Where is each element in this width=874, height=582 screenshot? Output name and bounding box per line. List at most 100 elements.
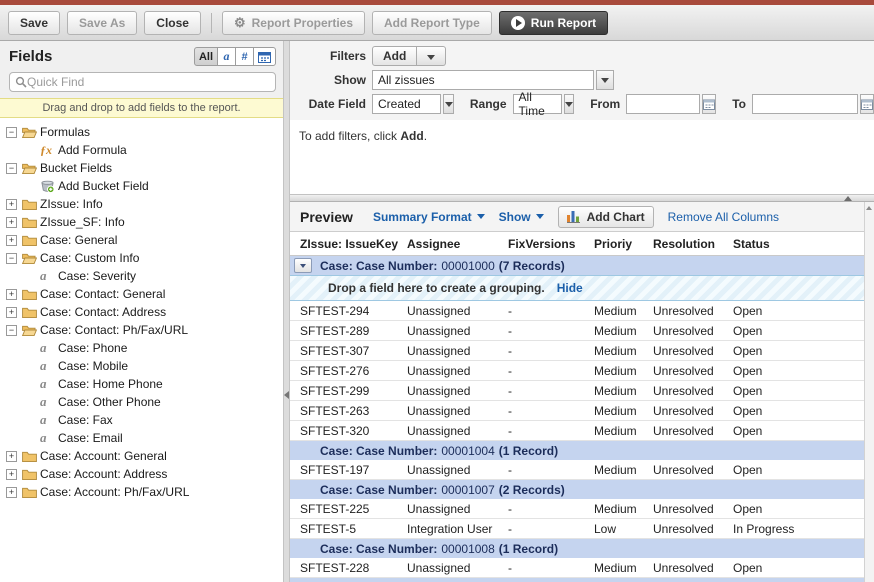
remove-all-columns-link[interactable]: Remove All Columns <box>668 210 779 224</box>
add-filter-button[interactable]: Add <box>372 46 417 66</box>
tree-item-label: Bucket Fields <box>40 161 112 175</box>
tree-item-bucket-fields[interactable]: − Bucket Fields <box>0 159 283 177</box>
tree-item-case-contact-general[interactable]: + Case: Contact: General <box>0 285 283 303</box>
folder-icon <box>22 306 37 318</box>
tree-item-case-account-ph-fax-url[interactable]: +Case: Account: Ph/Fax/URL <box>0 483 283 501</box>
column-header-assignee[interactable]: Assignee <box>407 237 508 251</box>
vertical-splitter[interactable] <box>283 41 290 582</box>
collapse-up-icon[interactable] <box>844 196 852 201</box>
column-header-resolution[interactable]: Resolution <box>653 237 733 251</box>
run-report-label: Run Report <box>531 16 596 30</box>
table-row: SFTEST-320Unassigned-MediumUnresolvedOpe… <box>290 421 864 441</box>
tree-item-formulas[interactable]: −Formulas <box>0 123 283 141</box>
tree-item-label: Case: Other Phone <box>58 395 161 409</box>
group-record-count: (7 Records) <box>499 259 565 273</box>
tree-item-case-email[interactable]: aCase: Email <box>0 429 283 447</box>
chevron-down-icon <box>445 102 453 107</box>
preview-scrollbar[interactable] <box>864 202 874 582</box>
summary-format-menu[interactable]: Summary Format <box>373 210 485 224</box>
save-as-button[interactable]: Save As <box>67 11 137 35</box>
group-value: 00001004 <box>441 444 494 458</box>
collapse-expander-icon[interactable]: − <box>6 163 17 174</box>
tree-item-case-fax[interactable]: aCase: Fax <box>0 411 283 429</box>
cell-resolution: Unresolved <box>653 502 733 516</box>
column-header-prioriy[interactable]: Prioriy <box>594 237 653 251</box>
horizontal-splitter[interactable] <box>290 194 874 202</box>
expand-expander-icon[interactable]: + <box>6 469 17 480</box>
expand-expander-icon[interactable]: + <box>6 217 17 228</box>
tree-item-label: Case: Severity <box>58 269 136 283</box>
tree-item-zissue-info[interactable]: +ZIssue: Info <box>0 195 283 213</box>
quick-find-input[interactable] <box>27 75 270 89</box>
cell-zissue-issuekey: SFTEST-5 <box>300 522 407 536</box>
cell-resolution: Unresolved <box>653 463 733 477</box>
show-select-arrow[interactable] <box>596 70 614 90</box>
tree-item-case-phone[interactable]: aCase: Phone <box>0 339 283 357</box>
show-select[interactable]: All zissues <box>372 70 594 90</box>
toolbar: Save Save As Close ⚙ Report Properties A… <box>0 5 874 41</box>
column-header-status[interactable]: Status <box>733 237 864 251</box>
date-field-select-arrow[interactable] <box>443 94 454 114</box>
tree-item-case-severity[interactable]: aCase: Severity <box>0 267 283 285</box>
run-report-button[interactable]: Run Report <box>499 11 608 35</box>
cell-assignee: Unassigned <box>407 463 508 477</box>
column-header-fixversions[interactable]: FixVersions <box>508 237 594 251</box>
grouping-drop-zone[interactable]: Drop a field here to create a grouping.H… <box>290 275 864 301</box>
expand-expander-icon[interactable]: + <box>6 451 17 462</box>
tree-item-case-contact-ph-fax-url[interactable]: −Case: Contact: Ph/Fax/URL <box>0 321 283 339</box>
folder-icon <box>22 234 37 246</box>
add-chart-button[interactable]: Add Chart <box>558 206 654 228</box>
to-date-input[interactable] <box>752 94 858 114</box>
group-collapse-button[interactable] <box>294 258 312 273</box>
expand-expander-icon[interactable]: + <box>6 235 17 246</box>
tree-item-case-general[interactable]: +Case: General <box>0 231 283 249</box>
from-calendar-button[interactable] <box>702 94 716 114</box>
tree-item-case-home-phone[interactable]: aCase: Home Phone <box>0 375 283 393</box>
range-select-arrow[interactable] <box>564 94 575 114</box>
tree-item-zissue-sf-info[interactable]: +ZIssue_SF: Info <box>0 213 283 231</box>
tree-item-case-other-phone[interactable]: aCase: Other Phone <box>0 393 283 411</box>
toolbar-separator <box>211 13 212 33</box>
report-properties-label: Report Properties <box>252 16 353 30</box>
tree-item-case-mobile[interactable]: aCase: Mobile <box>0 357 283 375</box>
scroll-up-icon[interactable] <box>866 206 872 210</box>
close-button[interactable]: Close <box>144 11 201 35</box>
play-icon <box>511 16 525 30</box>
expand-expander-icon[interactable]: + <box>6 199 17 210</box>
cell-fixversions: - <box>508 561 594 575</box>
from-date-input[interactable] <box>626 94 700 114</box>
tree-item-case-account-general[interactable]: +Case: Account: General <box>0 447 283 465</box>
tree-item-case-custom-info[interactable]: − Case: Custom Info <box>0 249 283 267</box>
date-field-select[interactable]: Created <box>372 94 441 114</box>
filter-all-button[interactable]: All <box>194 47 218 66</box>
expand-expander-icon[interactable]: + <box>6 307 17 318</box>
collapse-expander-icon[interactable]: − <box>6 325 17 336</box>
to-calendar-button[interactable] <box>860 94 874 114</box>
report-properties-button[interactable]: ⚙ Report Properties <box>222 11 365 35</box>
collapse-expander-icon[interactable]: − <box>6 253 17 264</box>
tree-item-add-bucket-field[interactable]: Add Bucket Field <box>0 177 283 195</box>
tree-item-label: Case: Custom Info <box>40 251 139 265</box>
hide-link[interactable]: Hide <box>557 281 583 295</box>
collapse-left-icon[interactable] <box>284 391 289 399</box>
collapse-expander-icon[interactable]: − <box>6 127 17 138</box>
expand-expander-icon[interactable]: + <box>6 289 17 300</box>
add-filter-dropdown-button[interactable] <box>417 46 446 66</box>
filter-text-button[interactable]: a <box>217 47 236 66</box>
range-select[interactable]: All Time <box>513 94 562 114</box>
column-header-zissue-issuekey[interactable]: ZIssue: IssueKey <box>300 237 407 251</box>
cell-zissue-issuekey: SFTEST-276 <box>300 364 407 378</box>
tree-item-case-account-address[interactable]: +Case: Account: Address <box>0 465 283 483</box>
filter-date-button[interactable] <box>253 47 276 66</box>
open-folder-icon <box>22 162 37 174</box>
tree-item-add-formula[interactable]: ƒxAdd Formula <box>0 141 283 159</box>
save-button[interactable]: Save <box>8 11 60 35</box>
add-report-type-button[interactable]: Add Report Type <box>372 11 492 35</box>
show-menu[interactable]: Show <box>499 210 544 224</box>
date-field-label: Date Field <box>294 97 366 111</box>
filter-number-button[interactable]: # <box>235 47 254 66</box>
filters-hint-add: Add <box>400 129 423 143</box>
expand-expander-icon[interactable]: + <box>6 487 17 498</box>
tree-item-case-contact-address[interactable]: +Case: Contact: Address <box>0 303 283 321</box>
tree-item-label: Case: Contact: General <box>40 287 165 301</box>
